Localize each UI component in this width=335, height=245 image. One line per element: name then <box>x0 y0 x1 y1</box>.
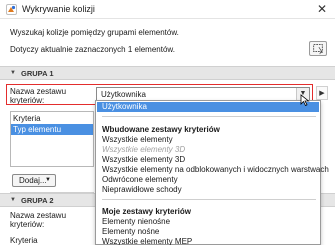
group2-set-name-label-2: kryteriów: <box>10 220 45 229</box>
selection-info: Dotyczy aktualnie zaznaczonych 1 element… <box>10 45 175 54</box>
dropdown-option[interactable]: Elementy nienośne <box>102 217 170 227</box>
dropdown-option[interactable]: Wszystkie elementy MEP <box>102 237 192 245</box>
criteria-header: Kryteria <box>13 114 41 123</box>
selection-toggle-icon[interactable] <box>309 41 327 56</box>
chevron-right-icon[interactable]: ▶ <box>316 86 328 100</box>
chevron-down-icon: ▼ <box>45 177 51 183</box>
dropdown-option[interactable]: Elementy nośne <box>102 227 159 237</box>
criteria-item-selected[interactable]: Typ elementu <box>11 124 93 135</box>
dropdown-option[interactable]: Wszystkie elementy na odblokowanych i wi… <box>102 165 329 175</box>
dropdown-option-selected[interactable]: Użytkownika <box>97 102 319 112</box>
group1-title: GRUPA 1 <box>21 69 54 78</box>
app-icon <box>6 4 17 15</box>
criteria-set-dropdown[interactable]: Użytkownika Wbudowane zestawy kryteriów … <box>95 100 329 245</box>
divider <box>102 116 316 117</box>
dropdown-option[interactable]: Odwrócone elementy <box>102 175 178 185</box>
dropdown-option-disabled: Wszystkie elementy 3D <box>102 145 186 154</box>
add-button-label: Dodaj... <box>19 176 47 185</box>
divider <box>102 199 316 200</box>
criteria-set-value: Użytkownika <box>101 90 146 99</box>
title-bar: Wykrywanie kolizji ✕ <box>0 0 335 19</box>
group1-header[interactable]: ▼ GRUPA 1 <box>0 66 335 80</box>
add-button[interactable]: Dodaj... ▼ <box>12 174 56 187</box>
dropdown-option[interactable]: Nieprawidłowe schody <box>102 185 182 195</box>
criteria-list[interactable]: Kryteria Typ elementu <box>10 111 94 167</box>
group2-criteria-header: Kryteria <box>10 236 38 245</box>
close-icon[interactable]: ✕ <box>315 2 329 16</box>
search-description: Wyszukaj kolizje pomiędzy grupami elemen… <box>10 28 179 37</box>
dropdown-heading-my: Moje zestawy kryteriów <box>102 207 191 216</box>
dropdown-option[interactable]: Wszystkie elementy <box>102 135 173 145</box>
group2-set-name-label: Nazwa zestawu <box>10 211 67 220</box>
group2-title: GRUPA 2 <box>21 196 54 205</box>
dropdown-heading-builtin: Wbudowane zestawy kryteriów <box>102 125 220 134</box>
collapse-triangle-icon[interactable]: ▼ <box>10 197 16 203</box>
dropdown-option[interactable]: Wszystkie elementy 3D <box>102 155 185 165</box>
window-title: Wykrywanie kolizji <box>22 4 95 14</box>
mouse-cursor-icon <box>300 94 310 106</box>
criteria-set-select[interactable]: Użytkownika ▼ <box>96 87 310 101</box>
collapse-triangle-icon[interactable]: ▼ <box>10 70 16 76</box>
